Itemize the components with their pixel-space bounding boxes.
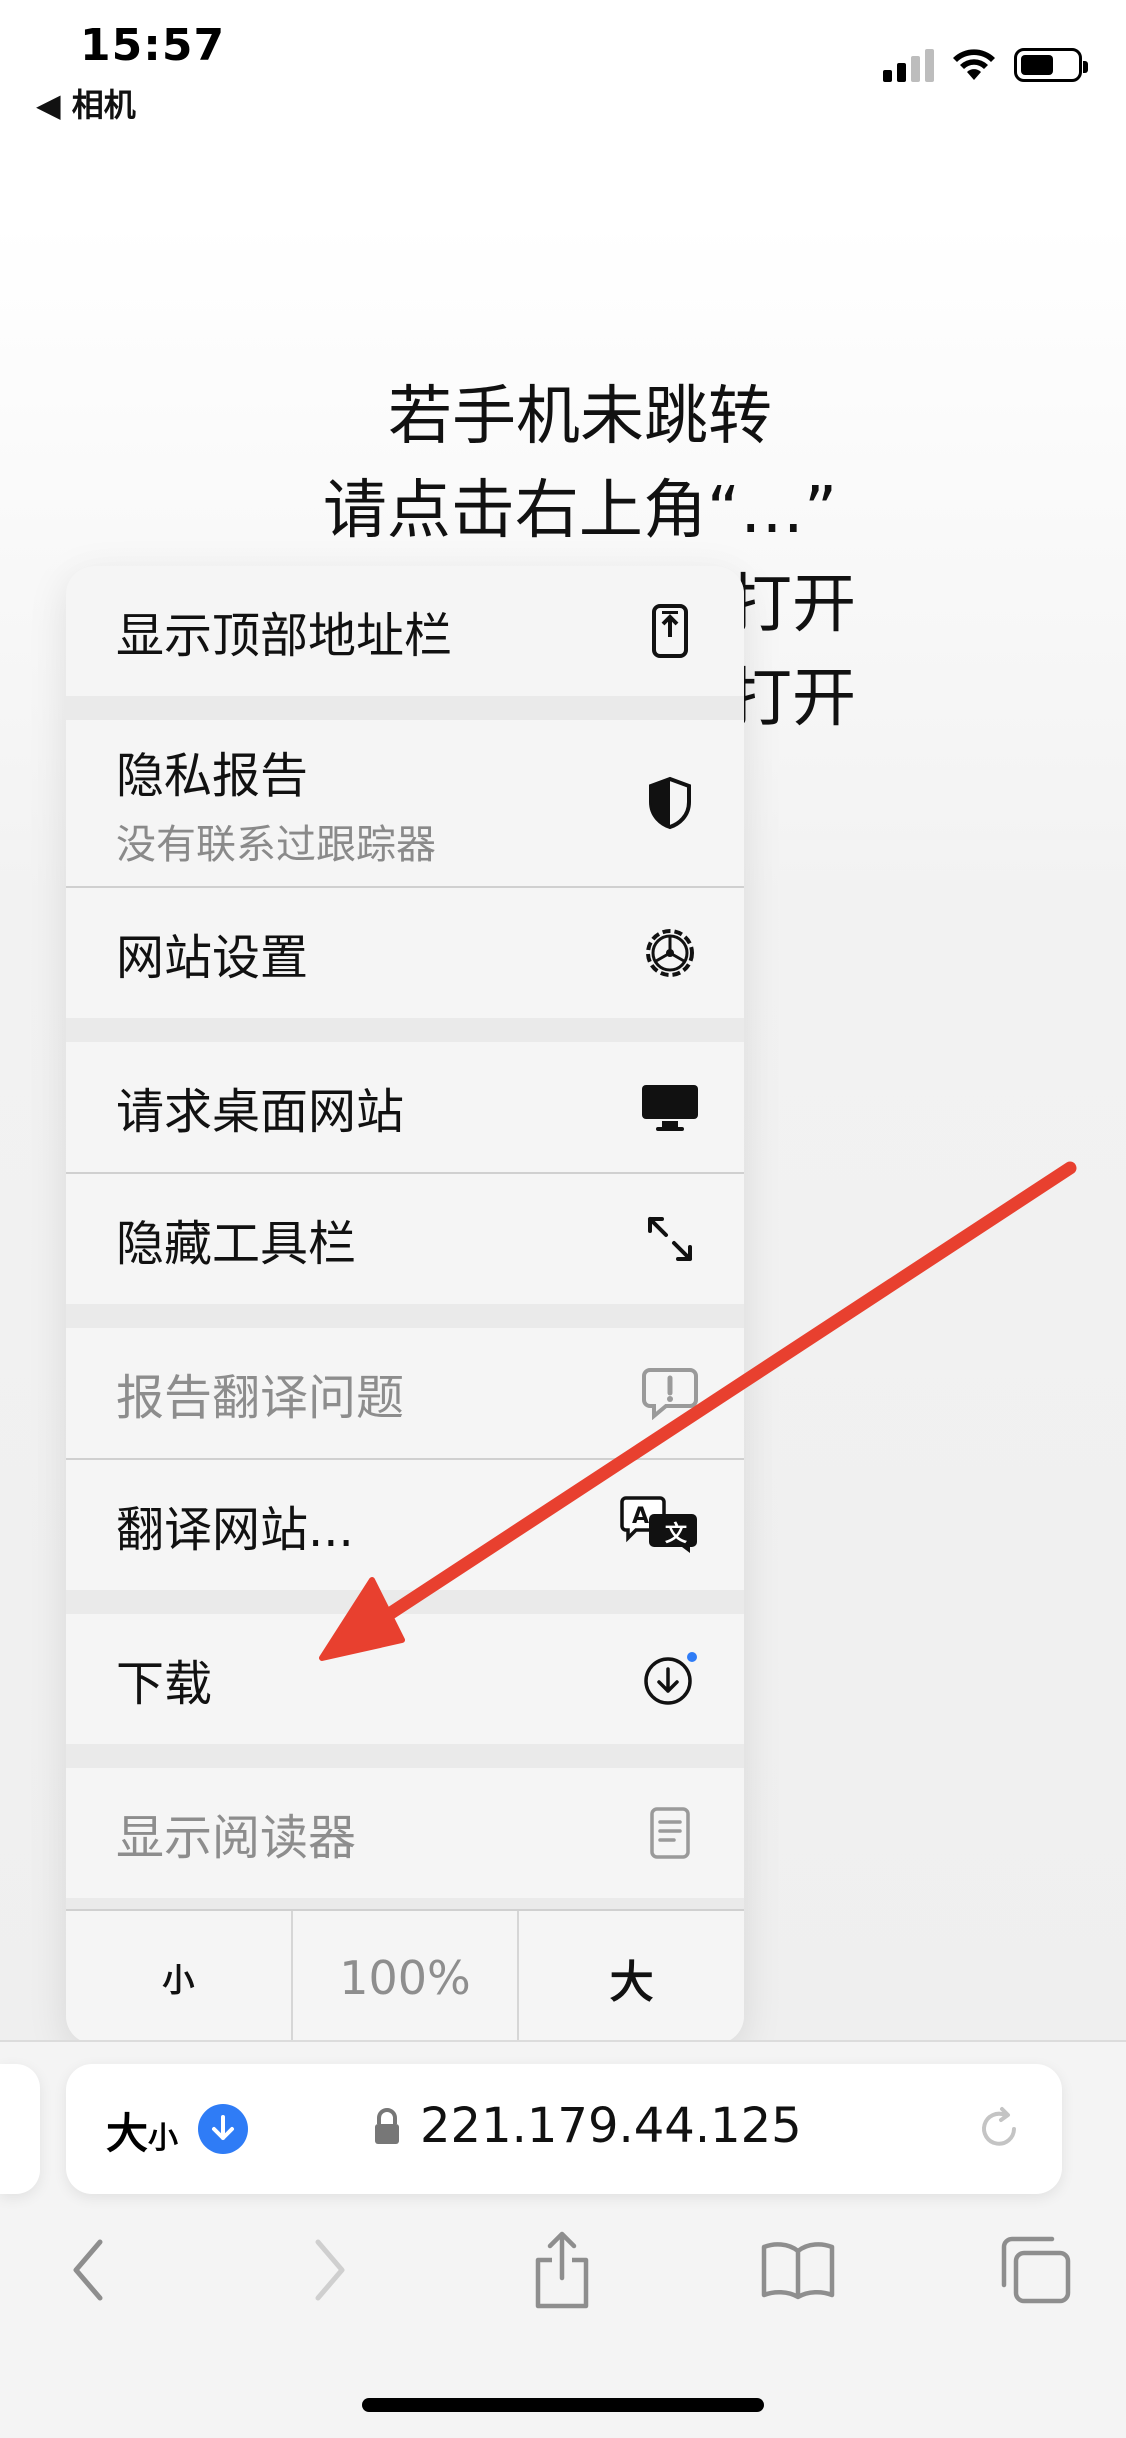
- instruction-line: 请点击右上角“…”: [322, 474, 838, 548]
- battery-icon: [1014, 48, 1088, 82]
- address-bar[interactable]: 大小 221.179.44.125: [66, 2064, 1062, 2194]
- menu-item-label: 翻译网站...: [116, 1502, 354, 1558]
- menu-item-website-settings[interactable]: 网站设置: [66, 888, 744, 1018]
- download-badge-icon[interactable]: [198, 2104, 248, 2154]
- menu-item-label: 隐私报告: [116, 748, 309, 804]
- aa-big-label: 大: [106, 2109, 149, 2158]
- back-chevron-icon[interactable]: [48, 2230, 128, 2310]
- tabs-icon[interactable]: [996, 2230, 1076, 2310]
- previous-tab-edge[interactable]: [0, 2064, 40, 2194]
- page-menu: 显示顶部地址栏 隐私报告 没有联系过跟踪器 网站设置 请求桌面网站 隐藏工具栏: [66, 566, 744, 2044]
- zoom-level[interactable]: 100%: [293, 1911, 520, 2044]
- home-indicator: [362, 2398, 764, 2412]
- desktop-icon: [640, 1077, 700, 1137]
- menu-item-downloads[interactable]: 下载: [66, 1614, 744, 1744]
- lock-icon: [372, 2106, 402, 2150]
- url-text: 221.179.44.125: [420, 2098, 802, 2154]
- bookmarks-icon[interactable]: [758, 2230, 838, 2310]
- menu-item-label: 报告翻译问题: [116, 1370, 405, 1426]
- reload-icon[interactable]: [974, 2104, 1024, 2158]
- svg-text:A: A: [632, 1504, 649, 1529]
- zoom-controls: 小 100% 大: [66, 1911, 744, 2044]
- status-indicators: [883, 48, 1088, 82]
- menu-item-sublabel: 没有联系过跟踪器: [116, 822, 436, 868]
- expand-arrows-icon: [640, 1209, 700, 1269]
- menu-item-request-desktop-site[interactable]: 请求桌面网站: [66, 1042, 744, 1172]
- cellular-signal-icon: [883, 48, 934, 82]
- zoom-out-button[interactable]: 小: [66, 1911, 293, 2044]
- menu-item-label: 显示顶部地址栏: [116, 608, 453, 664]
- translate-icon: A文: [620, 1495, 700, 1555]
- download-circle-icon: [640, 1649, 700, 1709]
- svg-text:文: 文: [665, 1521, 688, 1547]
- back-to-app-link[interactable]: ◀ 相机: [36, 80, 136, 126]
- share-icon[interactable]: [522, 2230, 602, 2310]
- menu-item-show-reader: 显示阅读器: [66, 1768, 744, 1898]
- menu-item-hide-toolbar[interactable]: 隐藏工具栏: [66, 1174, 744, 1304]
- menu-item-privacy-report[interactable]: 隐私报告 没有联系过跟踪器: [66, 720, 744, 886]
- forward-chevron-icon[interactable]: [290, 2230, 370, 2310]
- zoom-in-button[interactable]: 大: [519, 1911, 744, 2044]
- menu-item-translate-website[interactable]: 翻译网站... A文: [66, 1460, 744, 1590]
- menu-item-label: 请求桌面网站: [116, 1084, 405, 1140]
- reader-icon: [640, 1803, 700, 1863]
- aa-small-label: 小: [148, 2121, 179, 2156]
- phone-top-icon: [640, 601, 700, 661]
- menu-item-label: 下载: [116, 1656, 213, 1712]
- navigation-row: [0, 2230, 1126, 2330]
- page-settings-button[interactable]: 大小: [106, 2100, 178, 2161]
- menu-item-show-top-address-bar[interactable]: 显示顶部地址栏: [66, 566, 744, 696]
- menu-item-label: 网站设置: [116, 930, 309, 986]
- gear-icon: [640, 923, 700, 983]
- menu-item-label: 显示阅读器: [116, 1810, 357, 1866]
- exclamation-bubble-icon: [640, 1363, 700, 1423]
- shield-icon: [640, 773, 700, 833]
- menu-item-label: 隐藏工具栏: [116, 1216, 357, 1272]
- status-time: 15:57: [80, 20, 226, 71]
- menu-item-report-translation-issue: 报告翻译问题: [66, 1328, 744, 1458]
- instruction-line: 若手机未跳转: [388, 380, 772, 454]
- wifi-icon: [953, 49, 995, 80]
